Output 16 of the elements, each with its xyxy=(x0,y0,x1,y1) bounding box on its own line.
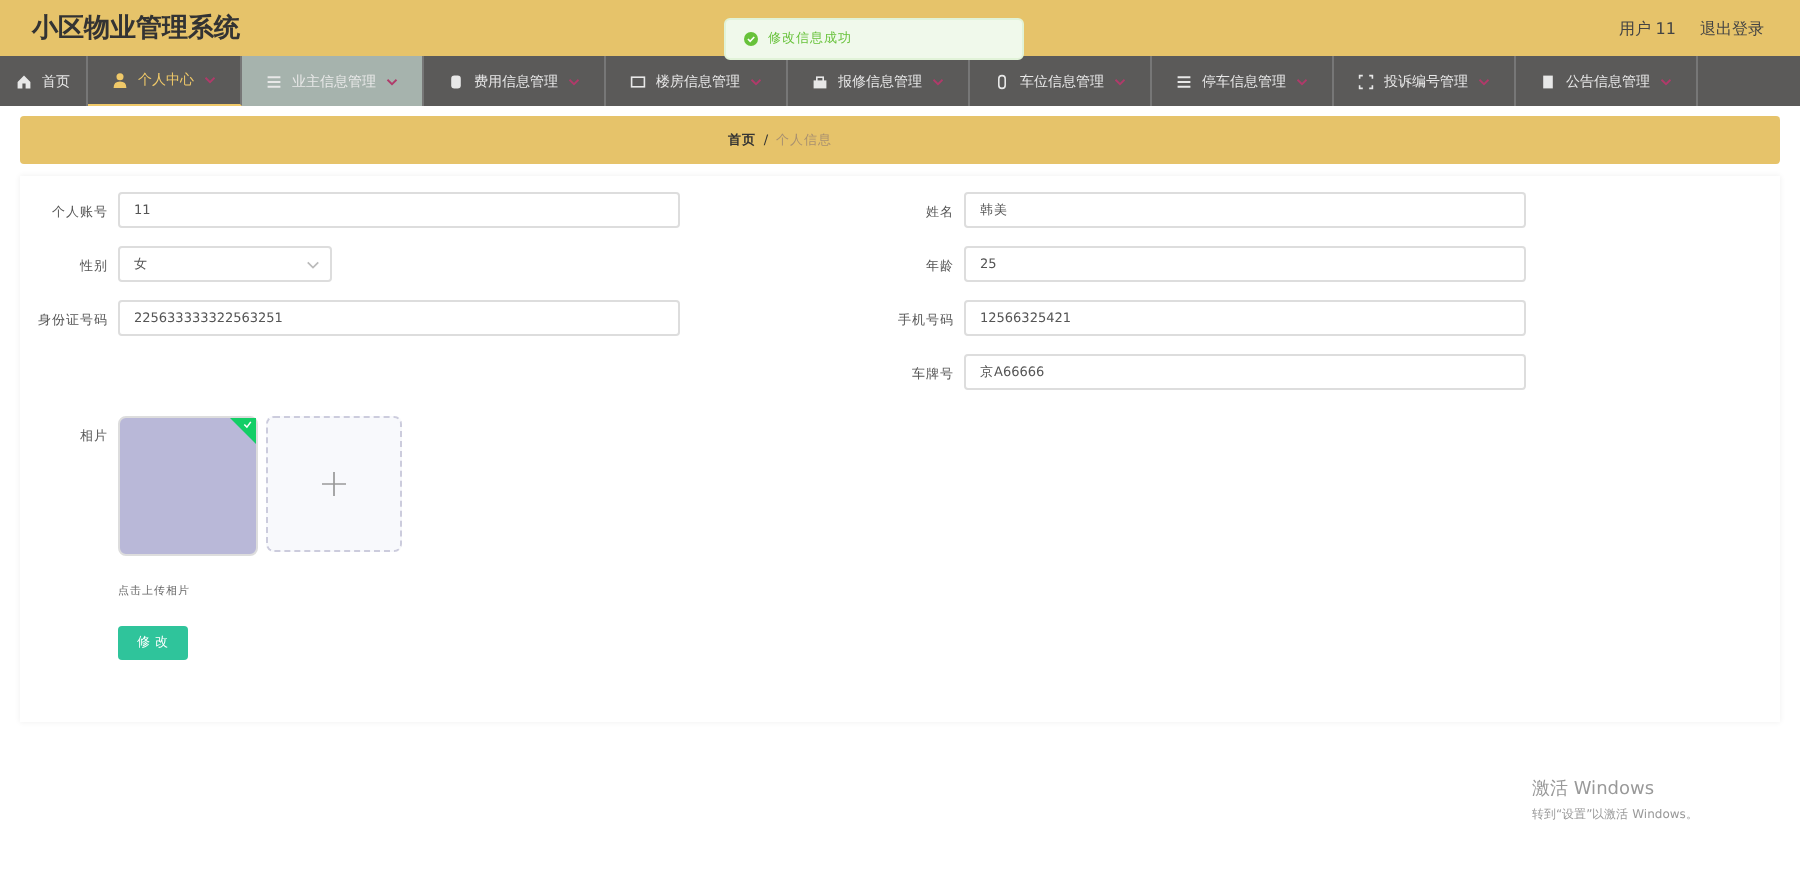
check-badge-icon xyxy=(230,418,256,444)
cylinder-icon xyxy=(448,73,464,89)
chevron-icon xyxy=(306,259,320,269)
toolbox-icon xyxy=(812,73,828,89)
person-icon xyxy=(112,72,128,88)
upload-button[interactable] xyxy=(266,416,402,552)
user-name: 用户 11 xyxy=(1618,17,1676,39)
logout-link[interactable]: 退出登录 xyxy=(1700,17,1764,39)
list-icon xyxy=(1176,73,1192,89)
list-icon xyxy=(266,73,282,89)
home-icon xyxy=(16,73,32,89)
frame-icon xyxy=(1358,73,1374,89)
app-title: 小区物业管理系统 xyxy=(32,11,240,46)
plus-icon xyxy=(322,472,346,496)
check-circle-icon xyxy=(744,32,758,46)
activation-title: 激活 Windows xyxy=(1532,777,1657,802)
